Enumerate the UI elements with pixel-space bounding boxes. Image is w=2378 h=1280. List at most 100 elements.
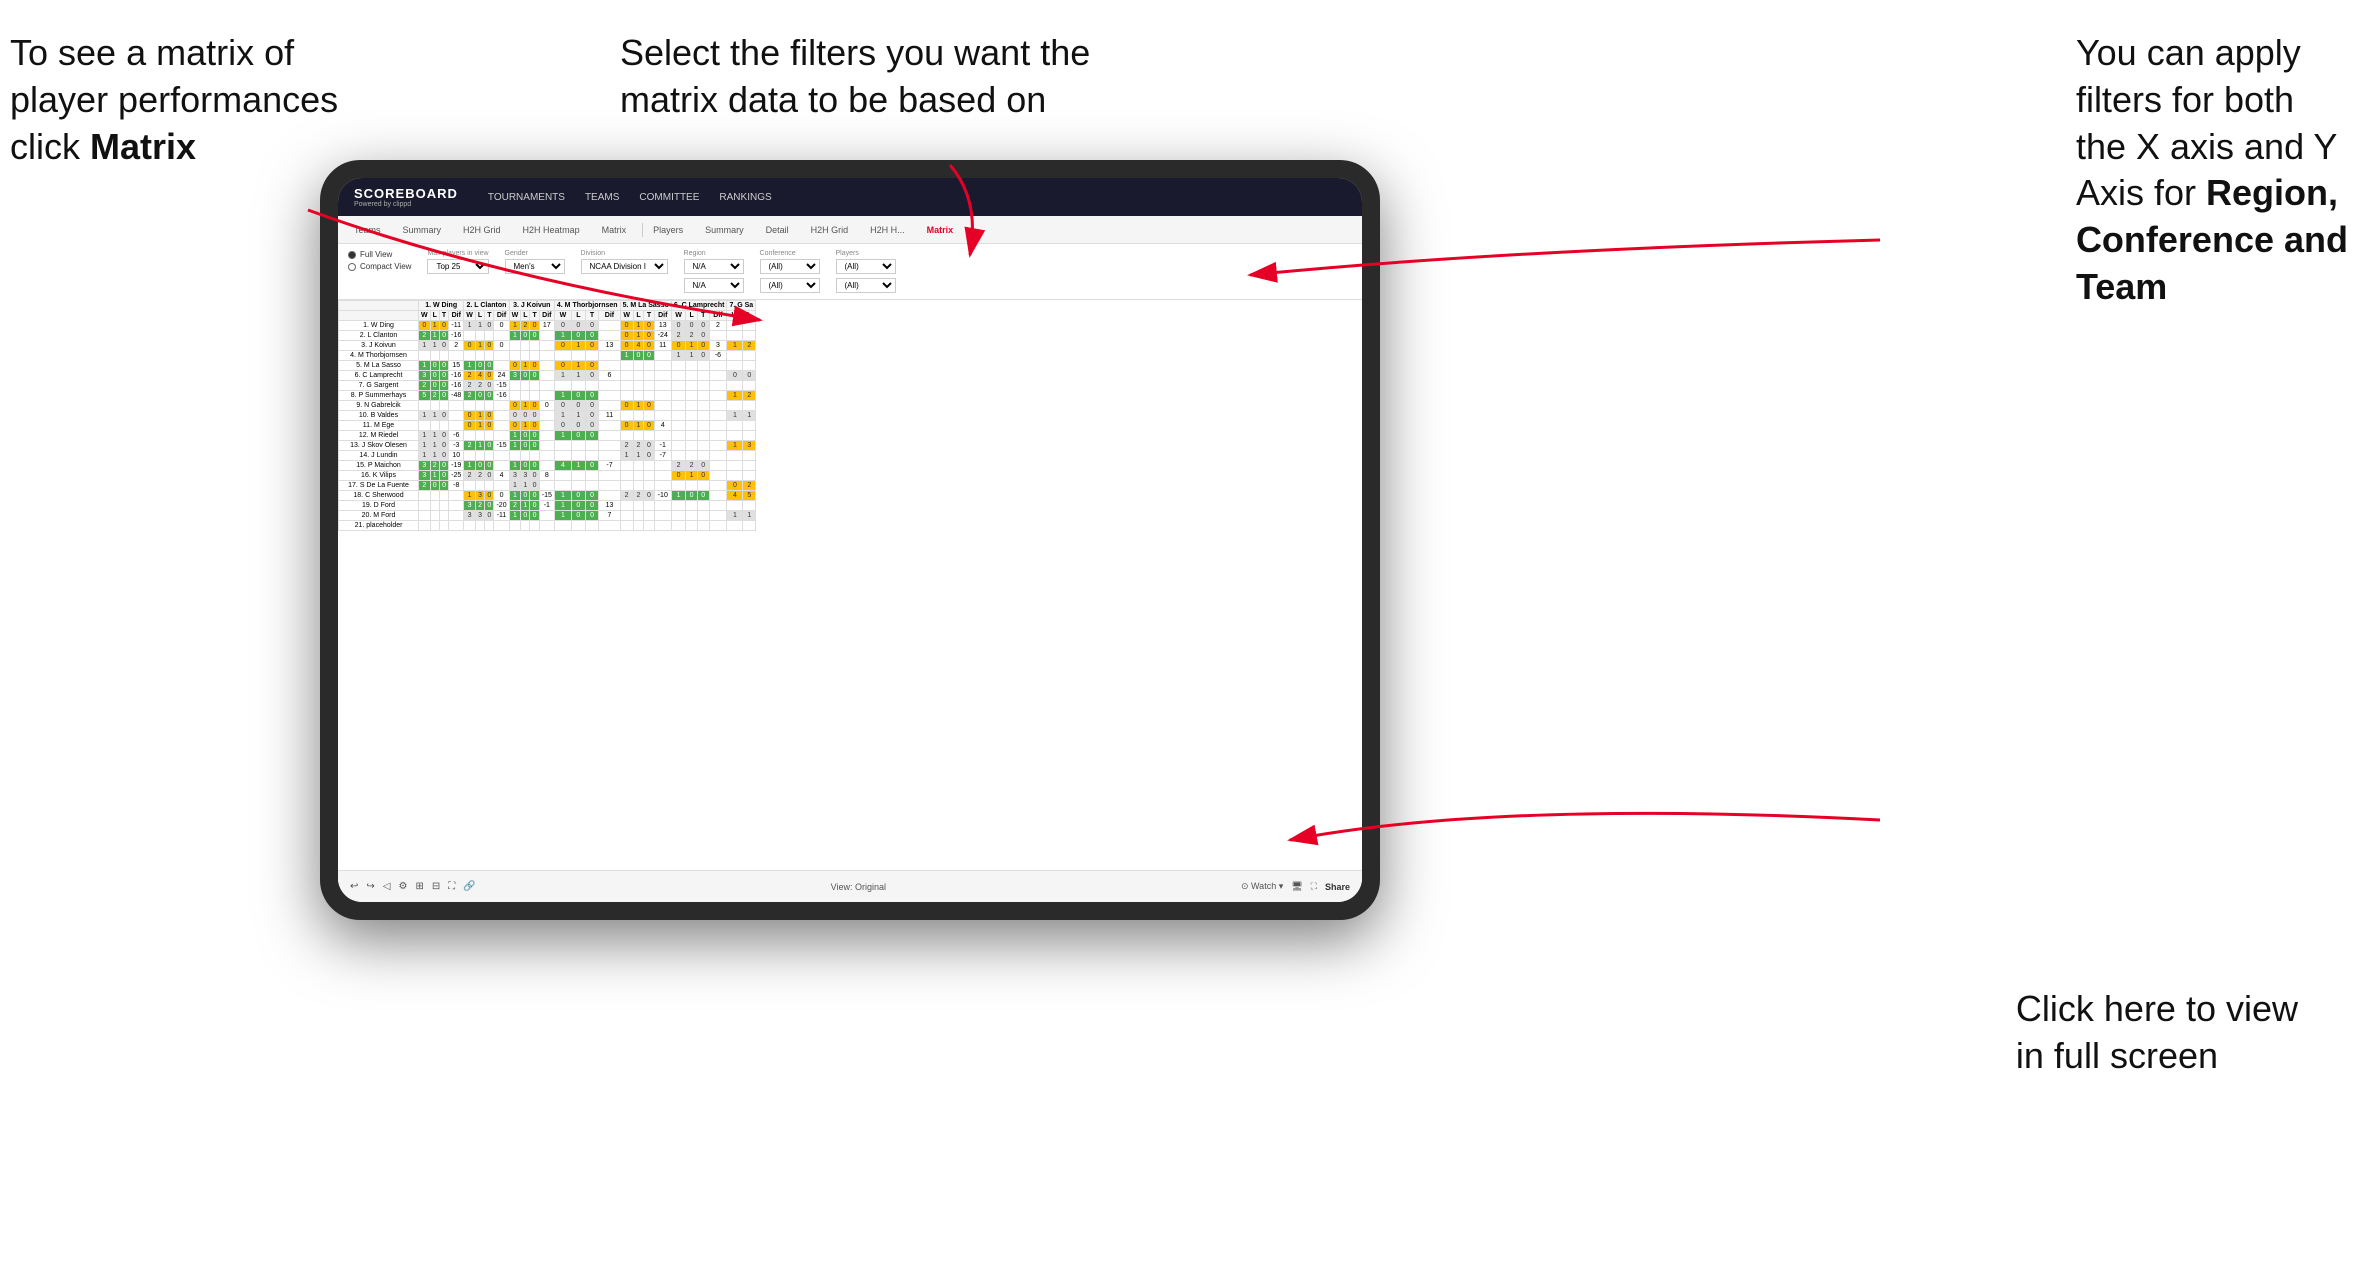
gender-select[interactable]: Men's bbox=[505, 259, 565, 274]
sh-d4: Dif bbox=[599, 311, 620, 321]
matrix-cell: 4 bbox=[654, 421, 671, 431]
matrix-cell: 1 bbox=[430, 411, 439, 421]
matrix-cell: -3 bbox=[449, 441, 464, 451]
region-select[interactable]: N/A bbox=[684, 259, 744, 274]
subnav-h2h-heatmap[interactable]: H2H Heatmap bbox=[517, 223, 586, 237]
matrix-cell-empty bbox=[419, 491, 431, 501]
division-select[interactable]: NCAA Division I bbox=[581, 259, 668, 274]
subnav-players[interactable]: Players bbox=[642, 223, 689, 237]
region-select-2[interactable]: N/A bbox=[684, 278, 744, 293]
table-row: 15. P Maichon320-19100100410-7220 bbox=[339, 461, 756, 471]
nav-tournaments[interactable]: TOURNAMENTS bbox=[488, 192, 565, 203]
matrix-cell: 0 bbox=[485, 491, 494, 501]
matrix-cell: 0 bbox=[439, 441, 448, 451]
subnav-matrix-active[interactable]: Matrix bbox=[921, 223, 960, 237]
redo-icon[interactable]: ↪ bbox=[366, 881, 374, 892]
conference-select[interactable]: (All) bbox=[760, 259, 820, 274]
matrix-cell-empty bbox=[686, 361, 698, 371]
back-icon[interactable]: ◁ bbox=[383, 881, 391, 892]
link-icon[interactable]: 🔗 bbox=[463, 881, 475, 892]
annotation-top-right: You can apply filters for both the X axi… bbox=[2076, 30, 2348, 311]
table-row: 4. M Thorbjornsen100110-6 bbox=[339, 351, 756, 361]
subnav-h2h-grid-2[interactable]: H2H Grid bbox=[805, 223, 855, 237]
nav-teams[interactable]: TEAMS bbox=[585, 192, 619, 203]
matrix-cell-empty bbox=[671, 391, 685, 401]
matrix-cell: 1 bbox=[554, 431, 571, 441]
matrix-cell-empty bbox=[644, 461, 655, 471]
settings-icon[interactable]: ⚙ bbox=[398, 881, 407, 892]
undo-icon[interactable]: ↩ bbox=[350, 881, 358, 892]
matrix-cell bbox=[449, 411, 464, 421]
matrix-cell: 2 bbox=[449, 341, 464, 351]
players-select-2[interactable]: (All) bbox=[836, 278, 896, 293]
matrix-cell-empty bbox=[599, 481, 620, 491]
matrix-cell: 0 bbox=[697, 321, 709, 331]
matrix-cell bbox=[539, 411, 554, 421]
matrix-cell-empty bbox=[430, 401, 439, 411]
matrix-cell: 2 bbox=[620, 491, 633, 501]
nav-committee[interactable]: COMMITTEE bbox=[639, 192, 699, 203]
nav-rankings[interactable]: RANKINGS bbox=[719, 192, 771, 203]
matrix-cell: 0 bbox=[419, 321, 431, 331]
full-view-radio[interactable] bbox=[348, 251, 356, 259]
matrix-cell-empty bbox=[620, 461, 633, 471]
matrix-cell: 0 bbox=[439, 391, 448, 401]
players-select[interactable]: (All) bbox=[836, 259, 896, 274]
player-name-cell: 7. G Sargent bbox=[339, 381, 419, 391]
table-row: 13. J Skov Olesen110-3210-15100220-113 bbox=[339, 441, 756, 451]
player-name-cell: 15. P Maichon bbox=[339, 461, 419, 471]
matrix-cell-empty bbox=[585, 451, 599, 461]
matrix-cell: 3 bbox=[475, 491, 484, 501]
minus-icon[interactable]: ⊟ bbox=[432, 881, 440, 892]
matrix-cell-empty bbox=[554, 521, 571, 531]
matrix-cell: 1 bbox=[620, 451, 633, 461]
matrix-cell-empty bbox=[585, 381, 599, 391]
corner-header bbox=[339, 301, 419, 311]
subnav-h2h-h[interactable]: H2H H... bbox=[864, 223, 911, 237]
matrix-cell: 1 bbox=[509, 461, 521, 471]
compact-view-option[interactable]: Compact View bbox=[348, 262, 411, 271]
matrix-cell-empty bbox=[485, 401, 494, 411]
watch-label[interactable]: ⊙ Watch ▾ bbox=[1241, 881, 1283, 892]
annotation-top-center: Select the filters you want the matrix d… bbox=[620, 30, 1090, 124]
matrix-cell: 0 bbox=[530, 441, 539, 451]
matrix-cell: 1 bbox=[475, 441, 484, 451]
subnav-matrix[interactable]: Matrix bbox=[596, 223, 633, 237]
subnav-players-summary[interactable]: Summary bbox=[699, 223, 750, 237]
matrix-cell-empty bbox=[509, 451, 521, 461]
full-view-option[interactable]: Full View bbox=[348, 250, 411, 259]
matrix-cell bbox=[494, 461, 509, 471]
matrix-cell: 0 bbox=[727, 371, 743, 381]
matrix-cell-empty bbox=[743, 461, 756, 471]
fit-icon[interactable]: ⛶ bbox=[448, 881, 455, 892]
matrix-cell: 0 bbox=[530, 321, 539, 331]
matrix-cell: 1 bbox=[572, 361, 586, 371]
subnav-summary[interactable]: Summary bbox=[397, 223, 448, 237]
plus-icon[interactable]: ⊞ bbox=[415, 881, 423, 892]
matrix-cell-empty bbox=[743, 381, 756, 391]
table-row: 19. D Ford320-20210-110013 bbox=[339, 501, 756, 511]
player-name-cell: 2. L Clanton bbox=[339, 331, 419, 341]
matrix-cell: 1 bbox=[430, 321, 439, 331]
matrix-cell: 1 bbox=[554, 501, 571, 511]
matrix-cell-empty bbox=[709, 501, 727, 511]
matrix-cell: 0 bbox=[430, 481, 439, 491]
subnav-h2h-grid[interactable]: H2H Grid bbox=[457, 223, 507, 237]
matrix-cell-empty bbox=[620, 391, 633, 401]
col-header-2: 2. L Clanton bbox=[464, 301, 509, 311]
matrix-cell: 0 bbox=[697, 471, 709, 481]
screen-icon[interactable]: 🖥 bbox=[1291, 881, 1302, 892]
subnav-teams[interactable]: Teams bbox=[348, 223, 387, 237]
matrix-cell: 2 bbox=[464, 371, 476, 381]
fullscreen-icon[interactable]: ⛶ bbox=[1311, 881, 1317, 892]
compact-view-radio[interactable] bbox=[348, 263, 356, 271]
share-button[interactable]: Share bbox=[1325, 882, 1350, 892]
matrix-cell: 0 bbox=[439, 431, 448, 441]
matrix-cell-empty bbox=[509, 381, 521, 391]
matrix-cell: 0 bbox=[485, 341, 494, 351]
matrix-cell-empty bbox=[439, 401, 448, 411]
matrix-cell: -11 bbox=[449, 321, 464, 331]
subnav-detail[interactable]: Detail bbox=[760, 223, 795, 237]
conference-select-2[interactable]: (All) bbox=[760, 278, 820, 293]
max-players-select[interactable]: Top 25 bbox=[427, 259, 488, 274]
